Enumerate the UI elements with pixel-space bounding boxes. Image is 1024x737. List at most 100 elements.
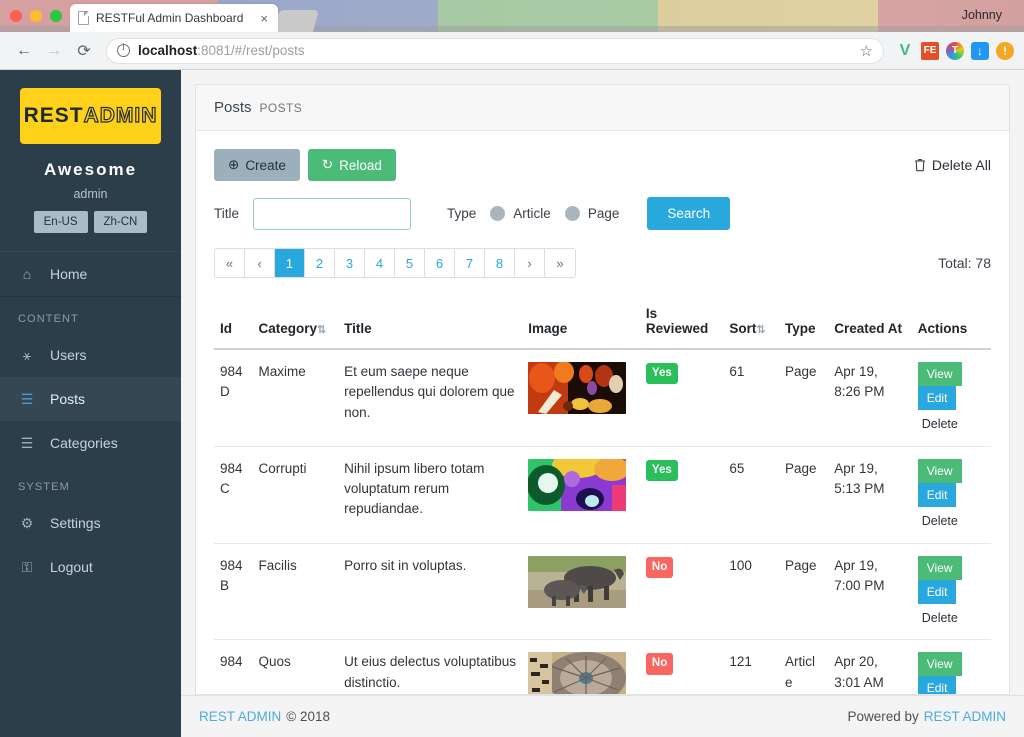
pagination-page-6[interactable]: 6	[425, 249, 455, 277]
account-role: admin	[0, 187, 181, 201]
search-button[interactable]: Search	[647, 197, 730, 230]
bookmark-star-icon[interactable]: ☆	[860, 42, 873, 60]
browser-tab-inactive[interactable]	[273, 10, 319, 32]
browser-tab-active[interactable]: RESTFul Admin Dashboard ×	[70, 4, 278, 32]
sidebar-item-posts[interactable]: ☰ Posts	[0, 377, 181, 421]
back-icon[interactable]: ←	[10, 37, 38, 65]
cell-is-reviewed: No	[640, 543, 723, 640]
delete-button[interactable]: Delete	[918, 507, 958, 531]
posts-table: Id Category⇅ Title Image Is Reviewed Sor…	[214, 296, 991, 694]
pagination-page-2[interactable]: 2	[305, 249, 335, 277]
view-button[interactable]: View	[918, 459, 962, 483]
delete-button[interactable]: Delete	[918, 410, 958, 434]
reload-button-label: Reload	[339, 158, 382, 173]
pagination-last[interactable]: »	[545, 249, 575, 277]
downloader-icon[interactable]: ↓	[971, 42, 989, 60]
logo-container: RESTADMIN	[0, 70, 181, 144]
vue-devtools-icon[interactable]: V	[896, 42, 914, 60]
fe-extension-icon[interactable]: FE	[921, 42, 939, 60]
sidebar-section-system: SYSTEM	[0, 465, 181, 501]
footer-copyright: © 2018	[286, 709, 330, 724]
create-button[interactable]: ⊕ Create	[214, 149, 300, 181]
browser-toolbar: ← → ⟳ localhost:8081/#/rest/posts ☆ V FE…	[0, 32, 1024, 70]
maximize-window-button[interactable]	[50, 10, 62, 22]
app-root: RESTADMIN Awesome admin En-US Zh-CN ⌂ Ho…	[0, 70, 1024, 737]
edit-button[interactable]: Edit	[918, 676, 957, 694]
cell-sort: 61	[723, 349, 779, 446]
view-button[interactable]: View	[918, 652, 962, 676]
delete-button[interactable]: Delete	[918, 604, 958, 628]
reload-button[interactable]: ↻ Reload	[308, 149, 396, 181]
column-header-sort[interactable]: Sort⇅	[723, 296, 779, 349]
pagination-page-1[interactable]: 1	[275, 249, 305, 277]
minimize-window-button[interactable]	[30, 10, 42, 22]
posts-panel: Posts POSTS ⊕ Create ↻ Reload	[195, 84, 1010, 695]
view-button[interactable]: View	[918, 362, 962, 386]
alert-extension-icon[interactable]: !	[996, 42, 1014, 60]
cell-type: Page	[779, 446, 828, 543]
cell-type: Article	[779, 640, 828, 694]
table-header: Id Category⇅ Title Image Is Reviewed Sor…	[214, 296, 991, 349]
cell-id: 984B	[214, 543, 253, 640]
table-header-row: Id Category⇅ Title Image Is Reviewed Sor…	[214, 296, 991, 349]
sidebar-item-users[interactable]: ⚹ Users	[0, 333, 181, 377]
status-badge: No	[646, 557, 673, 578]
filter-bar: Title Type Article Page Search	[214, 197, 991, 230]
edit-button[interactable]: Edit	[918, 483, 957, 507]
type-radio-article[interactable]: Article	[490, 206, 551, 221]
sidebar: RESTADMIN Awesome admin En-US Zh-CN ⌂ Ho…	[0, 70, 181, 737]
delete-all-button[interactable]: Delete All	[914, 157, 991, 173]
title-search-input[interactable]	[253, 198, 411, 230]
close-window-button[interactable]	[10, 10, 22, 22]
footer-powered-link[interactable]: REST ADMIN	[924, 709, 1006, 724]
pagination-prev[interactable]: ‹	[245, 249, 275, 277]
cell-actions: View Edit Delete	[912, 543, 991, 640]
pagination-page-8[interactable]: 8	[485, 249, 515, 277]
pagination-first[interactable]: «	[215, 249, 245, 277]
sidebar-item-label: Settings	[50, 515, 101, 531]
sidebar-item-label: Categories	[50, 435, 118, 451]
column-header-id: Id	[214, 296, 253, 349]
delete-all-label: Delete All	[932, 157, 991, 173]
pagination-next[interactable]: ›	[515, 249, 545, 277]
sidebar-item-label: Logout	[50, 559, 93, 575]
lang-button-en-us[interactable]: En-US	[34, 211, 88, 233]
sidebar-item-home[interactable]: ⌂ Home	[0, 251, 181, 297]
radio-icon[interactable]	[565, 206, 580, 221]
profile-name[interactable]: Johnny	[962, 8, 1002, 22]
reload-icon[interactable]: ⟳	[70, 37, 98, 65]
forward-icon[interactable]: →	[40, 37, 68, 65]
url-host: localhost	[138, 43, 197, 58]
pagination: « ‹ 1 2 3 4 5 6 7 8 › »	[214, 248, 576, 278]
pagination-page-4[interactable]: 4	[365, 249, 395, 277]
sidebar-item-categories[interactable]: ☰ Categories	[0, 421, 181, 465]
edit-button[interactable]: Edit	[918, 386, 957, 410]
cell-actions: View Edit Delete	[912, 349, 991, 446]
radio-icon[interactable]	[490, 206, 505, 221]
lang-button-zh-cn[interactable]: Zh-CN	[94, 211, 148, 233]
sort-icon[interactable]: ⇅	[756, 324, 765, 336]
view-button[interactable]: View	[918, 556, 962, 580]
pagination-page-7[interactable]: 7	[455, 249, 485, 277]
sidebar-item-settings[interactable]: ⚙ Settings	[0, 501, 181, 545]
sort-icon[interactable]: ⇅	[317, 324, 326, 336]
sidebar-item-logout[interactable]: ⚿ Logout	[0, 545, 181, 589]
type-radio-page[interactable]: Page	[565, 206, 620, 221]
browser-tabstrip: RESTFul Admin Dashboard × Johnny	[0, 0, 1024, 32]
address-bar[interactable]: localhost:8081/#/rest/posts ☆	[106, 38, 884, 64]
column-header-category[interactable]: Category⇅	[253, 296, 339, 349]
app-logo[interactable]: RESTADMIN	[20, 88, 161, 144]
type-filter-label: Type	[447, 206, 476, 221]
total-count: Total: 78	[938, 255, 991, 271]
plus-circle-icon: ⊕	[228, 157, 239, 173]
tampermonkey-icon[interactable]: T	[946, 42, 964, 60]
footer-brand-link[interactable]: REST ADMIN	[199, 709, 281, 724]
table-body: 984D Maxime Et eum saepe neque repellend…	[214, 349, 991, 694]
page-footer: REST ADMIN © 2018 Powered by REST ADMIN	[181, 695, 1024, 737]
close-icon[interactable]: ×	[258, 12, 270, 25]
address-bar-url: localhost:8081/#/rest/posts	[138, 43, 305, 58]
site-info-icon[interactable]	[117, 44, 130, 57]
pagination-page-3[interactable]: 3	[335, 249, 365, 277]
pagination-page-5[interactable]: 5	[395, 249, 425, 277]
edit-button[interactable]: Edit	[918, 580, 957, 604]
